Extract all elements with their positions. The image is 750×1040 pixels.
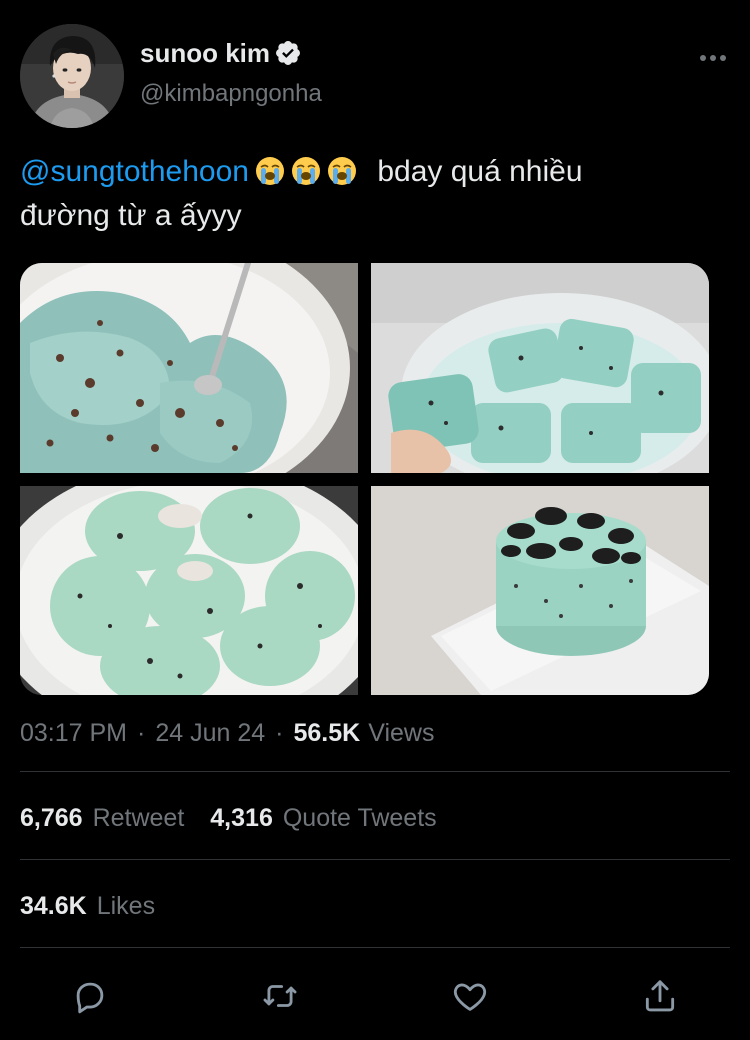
retweet-button[interactable] bbox=[260, 976, 300, 1016]
share-icon bbox=[645, 980, 675, 1012]
retweets-label[interactable]: Retweet bbox=[93, 804, 185, 833]
divider bbox=[20, 859, 730, 860]
media-photo-mint-mochi-plate[interactable] bbox=[20, 486, 358, 695]
retweets-count[interactable]: 6,766 bbox=[20, 804, 83, 833]
verified-badge-icon bbox=[274, 39, 302, 67]
retweet-icon bbox=[263, 985, 297, 1007]
reply-button[interactable] bbox=[70, 976, 110, 1016]
like-icon bbox=[453, 983, 487, 1011]
likes-stats-row: 34.6K Likes bbox=[20, 886, 181, 926]
quotes-count[interactable]: 4,316 bbox=[210, 804, 273, 833]
retweet-stats-row: 6,766 Retweet 4,316 Quote Tweets bbox=[20, 798, 463, 838]
tweet-text-line2: đường từ a ấyyy bbox=[20, 199, 242, 232]
more-options-button[interactable] bbox=[696, 48, 730, 68]
share-button[interactable] bbox=[640, 976, 680, 1016]
user-block: sunoo kim @kimbapngonha bbox=[140, 36, 322, 108]
meta-separator: · bbox=[275, 718, 284, 747]
quotes-label[interactable]: Quote Tweets bbox=[283, 804, 437, 833]
tweet-header: sunoo kim @kimbapngonha bbox=[20, 24, 730, 128]
likes-count[interactable]: 34.6K bbox=[20, 892, 87, 921]
tweet-date[interactable]: 24 Jun 24 bbox=[155, 719, 265, 748]
divider bbox=[20, 947, 730, 948]
crying-emoji-icon bbox=[327, 155, 357, 185]
tweet-time[interactable]: 03:17 PM bbox=[20, 719, 127, 748]
crying-emoji-icon bbox=[291, 155, 321, 185]
avatar-image bbox=[20, 24, 124, 128]
divider bbox=[20, 771, 730, 772]
media-photo-mint-mochi-container[interactable] bbox=[371, 263, 709, 473]
media-photo-mint-ice-cream-bowl[interactable] bbox=[20, 263, 358, 473]
reply-icon bbox=[76, 982, 104, 1014]
tweet-text: @sungtothehoon bday quá nhiều đường từ a… bbox=[20, 150, 730, 238]
tweet-meta: 03:17 PM · 24 Jun 24 · 56.5K Views bbox=[20, 713, 434, 753]
views-label: Views bbox=[368, 718, 435, 747]
views-count: 56.5K bbox=[293, 718, 361, 747]
action-bar bbox=[20, 970, 730, 1022]
media-grid bbox=[20, 263, 709, 695]
like-button[interactable] bbox=[450, 976, 490, 1016]
display-name[interactable]: sunoo kim bbox=[140, 38, 270, 69]
display-name-row: sunoo kim bbox=[140, 36, 322, 70]
crying-emoji-icon bbox=[255, 155, 285, 185]
media-photo-mint-oreo-cake[interactable] bbox=[371, 486, 709, 695]
meta-separator: · bbox=[137, 718, 146, 747]
avatar[interactable] bbox=[20, 24, 124, 128]
tweet-text-line1: bday quá nhiều bbox=[377, 155, 583, 188]
handle[interactable]: @kimbapngonha bbox=[140, 80, 322, 108]
mention-link[interactable]: @sungtothehoon bbox=[20, 155, 249, 188]
more-dots-icon bbox=[700, 55, 726, 61]
likes-label[interactable]: Likes bbox=[97, 892, 155, 921]
